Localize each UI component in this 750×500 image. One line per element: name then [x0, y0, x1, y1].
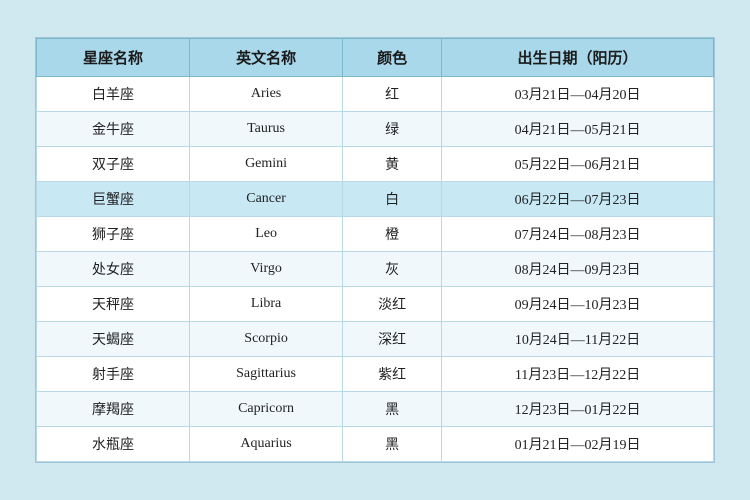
- table-row: 狮子座Leo橙07月24日—08月23日: [37, 217, 714, 252]
- cell-color: 绿: [343, 112, 442, 147]
- table-row: 水瓶座Aquarius黑01月21日—02月19日: [37, 427, 714, 462]
- table-row: 摩羯座Capricorn黑12月23日—01月22日: [37, 392, 714, 427]
- cell-dates: 11月23日—12月22日: [442, 357, 714, 392]
- cell-english-name: Taurus: [190, 112, 343, 147]
- cell-dates: 07月24日—08月23日: [442, 217, 714, 252]
- cell-english-name: Capricorn: [190, 392, 343, 427]
- table-row: 巨蟹座Cancer白06月22日—07月23日: [37, 182, 714, 217]
- cell-color: 红: [343, 77, 442, 112]
- cell-english-name: Libra: [190, 287, 343, 322]
- table-row: 处女座Virgo灰08月24日—09月23日: [37, 252, 714, 287]
- cell-dates: 04月21日—05月21日: [442, 112, 714, 147]
- cell-dates: 10月24日—11月22日: [442, 322, 714, 357]
- cell-chinese-name: 处女座: [37, 252, 190, 287]
- cell-color: 淡红: [343, 287, 442, 322]
- cell-color: 紫红: [343, 357, 442, 392]
- cell-english-name: Scorpio: [190, 322, 343, 357]
- cell-color: 黑: [343, 427, 442, 462]
- table-row: 金牛座Taurus绿04月21日—05月21日: [37, 112, 714, 147]
- table-row: 天蝎座Scorpio深红10月24日—11月22日: [37, 322, 714, 357]
- cell-chinese-name: 天蝎座: [37, 322, 190, 357]
- cell-chinese-name: 天秤座: [37, 287, 190, 322]
- cell-english-name: Virgo: [190, 252, 343, 287]
- cell-color: 深红: [343, 322, 442, 357]
- cell-chinese-name: 白羊座: [37, 77, 190, 112]
- header-english-name: 英文名称: [190, 39, 343, 77]
- table-row: 射手座Sagittarius紫红11月23日—12月22日: [37, 357, 714, 392]
- cell-color: 白: [343, 182, 442, 217]
- cell-chinese-name: 双子座: [37, 147, 190, 182]
- cell-chinese-name: 狮子座: [37, 217, 190, 252]
- table-row: 天秤座Libra淡红09月24日—10月23日: [37, 287, 714, 322]
- cell-chinese-name: 射手座: [37, 357, 190, 392]
- table-header-row: 星座名称 英文名称 颜色 出生日期（阳历）: [37, 39, 714, 77]
- cell-color: 黑: [343, 392, 442, 427]
- cell-english-name: Gemini: [190, 147, 343, 182]
- cell-dates: 06月22日—07月23日: [442, 182, 714, 217]
- cell-dates: 08月24日—09月23日: [442, 252, 714, 287]
- table-body: 白羊座Aries红03月21日—04月20日金牛座Taurus绿04月21日—0…: [37, 77, 714, 462]
- cell-color: 黄: [343, 147, 442, 182]
- cell-dates: 09月24日—10月23日: [442, 287, 714, 322]
- cell-dates: 03月21日—04月20日: [442, 77, 714, 112]
- cell-english-name: Sagittarius: [190, 357, 343, 392]
- table-row: 白羊座Aries红03月21日—04月20日: [37, 77, 714, 112]
- cell-english-name: Leo: [190, 217, 343, 252]
- cell-chinese-name: 巨蟹座: [37, 182, 190, 217]
- cell-english-name: Aquarius: [190, 427, 343, 462]
- header-chinese-name: 星座名称: [37, 39, 190, 77]
- cell-english-name: Aries: [190, 77, 343, 112]
- cell-chinese-name: 摩羯座: [37, 392, 190, 427]
- header-color: 颜色: [343, 39, 442, 77]
- cell-dates: 05月22日—06月21日: [442, 147, 714, 182]
- cell-dates: 12月23日—01月22日: [442, 392, 714, 427]
- cell-chinese-name: 水瓶座: [37, 427, 190, 462]
- cell-english-name: Cancer: [190, 182, 343, 217]
- zodiac-table: 星座名称 英文名称 颜色 出生日期（阳历） 白羊座Aries红03月21日—04…: [36, 38, 714, 462]
- header-dates: 出生日期（阳历）: [442, 39, 714, 77]
- table-row: 双子座Gemini黄05月22日—06月21日: [37, 147, 714, 182]
- cell-dates: 01月21日—02月19日: [442, 427, 714, 462]
- cell-chinese-name: 金牛座: [37, 112, 190, 147]
- cell-color: 灰: [343, 252, 442, 287]
- zodiac-table-wrapper: 星座名称 英文名称 颜色 出生日期（阳历） 白羊座Aries红03月21日—04…: [35, 37, 715, 463]
- cell-color: 橙: [343, 217, 442, 252]
